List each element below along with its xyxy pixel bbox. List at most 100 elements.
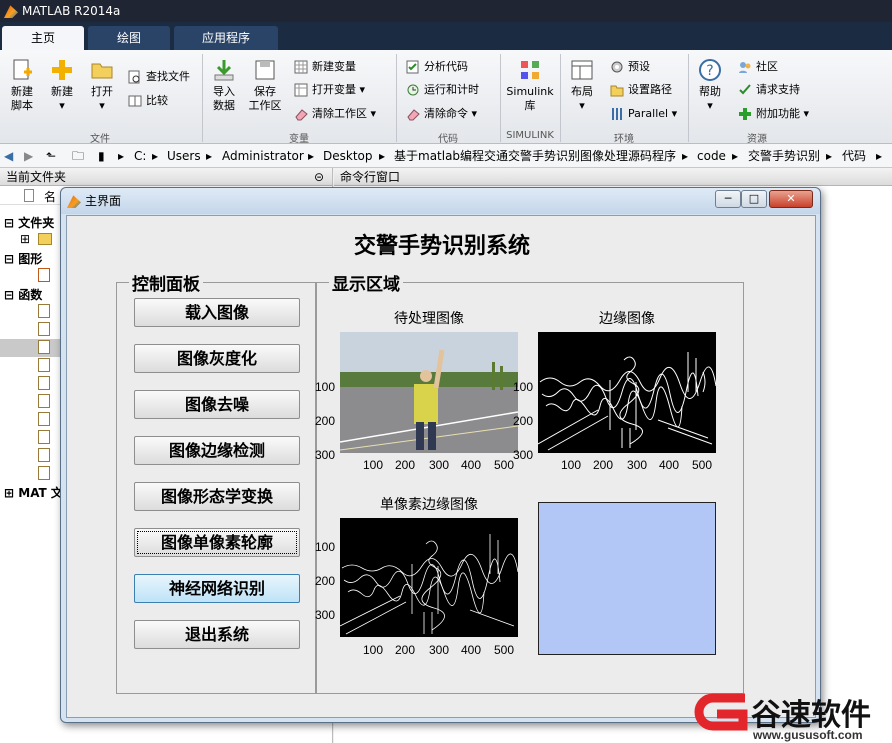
breadcrumb-item[interactable]: 基于matlab编程交通交警手势识别图像处理源码程序 <box>394 144 676 168</box>
eraser-icon <box>407 109 420 121</box>
set-path-button[interactable]: 设置路径 <box>610 81 672 99</box>
clear-workspace-button[interactable]: 清除工作区 ▾ <box>294 105 376 123</box>
maximize-button[interactable]: □ <box>741 190 767 208</box>
chevron-down-icon: ▾ <box>579 99 585 112</box>
m-file-icon[interactable] <box>38 412 50 426</box>
input-image-axes[interactable] <box>340 332 518 453</box>
single-pixel-edge-axes[interactable] <box>340 518 518 637</box>
edge-image-axes[interactable] <box>538 332 716 453</box>
clear-commands-button[interactable]: 清除命令 ▾ <box>406 105 477 123</box>
gui-app-title: 交警手势识别系统 <box>353 233 530 259</box>
folder-icon <box>91 63 113 79</box>
root-folder-icon[interactable]: ▮ <box>98 144 105 168</box>
run-and-time-button[interactable]: 运行和计时 <box>406 81 479 99</box>
edge-detect-button[interactable]: 图像边缘检测 <box>134 436 300 465</box>
open-button[interactable]: 打开 ▾ <box>86 58 118 113</box>
m-file-icon[interactable] <box>38 358 50 372</box>
y-tick-label: 300 <box>315 448 336 462</box>
breadcrumb-item[interactable]: code <box>697 144 726 168</box>
open-variable-button[interactable]: 打开变量 ▾ <box>294 81 365 99</box>
neural-network-button[interactable]: 神经网络识别 <box>134 574 300 603</box>
back-arrow-icon[interactable]: ◀ <box>4 144 13 168</box>
breadcrumb-separator: ▸ <box>379 149 386 163</box>
save-icon <box>255 60 275 80</box>
name-column-label[interactable]: 名 <box>44 188 56 205</box>
expand-icon[interactable]: ⊞ <box>4 486 14 500</box>
breadcrumb-item[interactable]: Desktop <box>323 144 373 168</box>
x-tick-label: 100 <box>363 643 384 657</box>
new-variable-button[interactable]: 新建变量 <box>294 58 356 76</box>
m-file-icon[interactable] <box>38 448 50 462</box>
watermark-url: www.gususoft.com <box>753 728 863 742</box>
analyze-code-button[interactable]: 分析代码 <box>406 58 468 76</box>
tab-apps[interactable]: 应用程序 <box>174 26 278 50</box>
breadcrumb-item[interactable]: C: <box>134 144 146 168</box>
tab-home[interactable]: 主页 <box>2 26 84 50</box>
request-support-button[interactable]: 请求支持 <box>738 81 800 99</box>
grayscale-button[interactable]: 图像灰度化 <box>134 344 300 373</box>
tree-group-folders[interactable]: ⊟ 文件夹 <box>4 214 54 231</box>
add-ons-button[interactable]: 附加功能 ▾ <box>738 105 809 123</box>
gui-title-bar[interactable]: 主界面 ─ □ ✕ <box>61 188 820 214</box>
denoise-button[interactable]: 图像去噪 <box>134 390 300 419</box>
result-axes[interactable] <box>538 502 716 655</box>
help-button[interactable]: ? 帮助 ▾ <box>694 58 726 113</box>
simulink-library-button[interactable]: Simulink 库 <box>504 58 556 113</box>
exit-button[interactable]: 退出系统 <box>134 620 300 649</box>
m-file-icon[interactable] <box>38 304 50 318</box>
m-file-icon[interactable] <box>38 394 50 408</box>
breadcrumb-item[interactable]: 交警手势识别 <box>748 144 820 168</box>
add-ons-icon <box>739 108 751 120</box>
m-file-icon[interactable] <box>38 430 50 444</box>
find-files-button[interactable]: 查找文件 <box>128 68 190 86</box>
breadcrumb-item[interactable]: Users <box>167 144 201 168</box>
group-label-simulink: SIMULINK <box>506 130 554 141</box>
parallel-button[interactable]: Parallel ▾ <box>610 105 677 123</box>
chevron-down-icon: ▾ <box>803 107 810 120</box>
chevron-down-icon: ▾ <box>59 99 65 112</box>
tree-group-functions[interactable]: ⊟ 函数 <box>4 286 42 303</box>
m-file-icon[interactable] <box>38 466 50 480</box>
collapse-icon[interactable]: ⊟ <box>4 252 14 266</box>
pane-menu-icon[interactable]: ⊝ <box>314 168 324 186</box>
tree-group-figures[interactable]: ⊟ 图形 <box>4 250 42 267</box>
tree-group-mat-files[interactable]: ⊞ MAT 文 <box>4 484 63 501</box>
new-button[interactable]: 新建 ▾ <box>46 58 78 113</box>
tab-plots[interactable]: 绘图 <box>88 26 170 50</box>
x-tick-label: 100 <box>363 458 384 472</box>
m-file-icon[interactable] <box>38 322 50 336</box>
collapse-icon[interactable]: ⊟ <box>4 216 14 230</box>
compare-button[interactable]: 比较 <box>128 92 168 110</box>
single-pixel-contour-button[interactable]: 图像单像素轮廓 <box>134 528 300 557</box>
m-file-icon[interactable] <box>38 340 50 354</box>
import-data-button[interactable]: 导入 数据 <box>208 58 240 113</box>
selected-row[interactable] <box>0 339 60 357</box>
community-button[interactable]: 社区 <box>738 58 778 76</box>
run-time-icon <box>407 84 419 96</box>
up-folder-icon[interactable]: ⬑ <box>46 144 56 168</box>
close-button[interactable]: ✕ <box>769 190 813 208</box>
load-image-button[interactable]: 载入图像 <box>134 298 300 327</box>
layout-button[interactable]: 布局 ▾ <box>566 58 598 113</box>
collapse-icon[interactable]: ⊟ <box>4 288 14 302</box>
breadcrumb-separator: ▸ <box>732 149 739 163</box>
forward-arrow-icon[interactable]: ▶ <box>24 144 33 168</box>
x-tick-label: 300 <box>429 643 450 657</box>
figure-file-icon[interactable] <box>38 268 50 282</box>
new-script-button[interactable]: 新建 脚本 <box>6 58 38 113</box>
minimize-button[interactable]: ─ <box>715 190 741 208</box>
x-tick-label: 400 <box>461 458 482 472</box>
group-divider <box>560 54 561 142</box>
expand-icon[interactable]: ⊞ <box>20 232 30 246</box>
breadcrumb-item[interactable]: Administrator <box>222 144 304 168</box>
preferences-button[interactable]: 预设 <box>610 58 650 76</box>
m-file-icon[interactable] <box>38 376 50 390</box>
support-icon <box>739 84 751 95</box>
breadcrumb-item[interactable]: 代码 <box>842 144 866 168</box>
y-tick-label: 100 <box>513 380 534 394</box>
gear-icon <box>611 61 623 73</box>
browse-folder-icon[interactable]: 🗀 <box>72 144 84 168</box>
x-tick-label: 400 <box>461 643 482 657</box>
morphology-button[interactable]: 图像形态学变换 <box>134 482 300 511</box>
save-workspace-button[interactable]: 保存 工作区 <box>246 58 284 113</box>
